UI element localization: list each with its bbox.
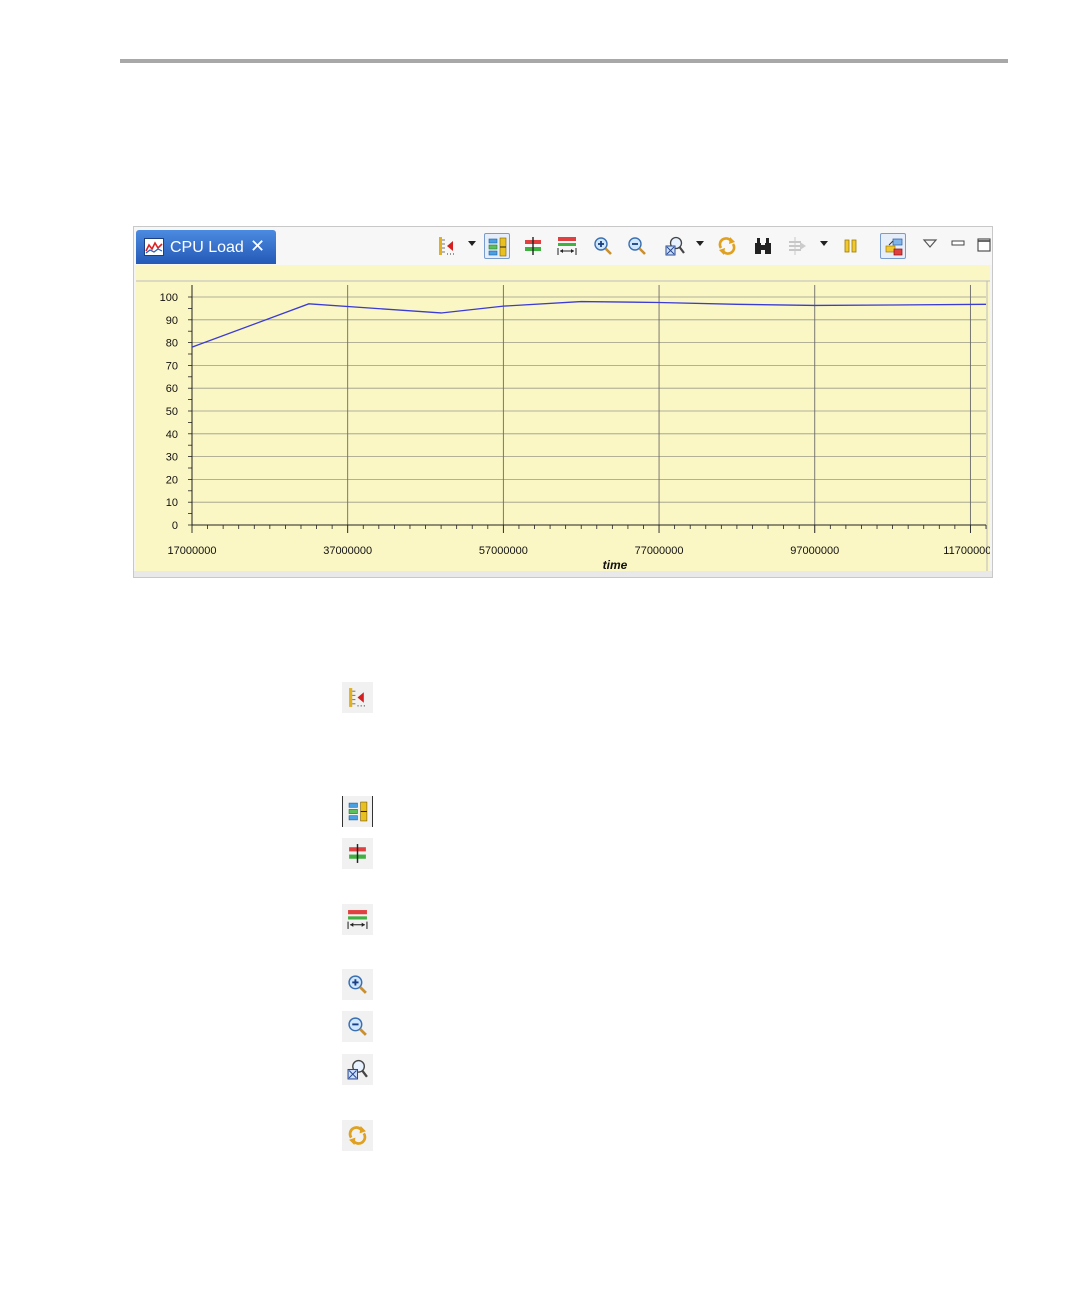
zoom-in-icon [594, 237, 612, 255]
icon-list-item [342, 1011, 373, 1042]
minimize-button[interactable] [946, 233, 972, 259]
y-tick-label: 10 [166, 497, 178, 509]
chevron-down-icon[interactable] [468, 241, 476, 246]
tab-label: CPU Load [170, 239, 244, 256]
icon-list-item [342, 682, 373, 713]
x-axis-title: time [603, 558, 628, 571]
view-menu-button[interactable] [918, 233, 944, 259]
binoculars-icon [755, 238, 771, 254]
icon-list-item [342, 796, 373, 827]
x-tick-label: 117000000 [943, 545, 990, 557]
y-tick-label: 40 [166, 429, 178, 441]
y-tick-label: 60 [166, 383, 178, 395]
tab-cpu-load[interactable]: CPU Load ✕ [136, 230, 276, 264]
y-tick-label: 100 [160, 292, 178, 304]
chart-svg: 100908070605040302010017000000 37000000 57… [136, 280, 990, 571]
align-measurement-marker-icon [439, 237, 456, 255]
view-bottom-strip [134, 571, 992, 577]
group-by-button[interactable] [484, 233, 510, 259]
refresh-icon [718, 237, 736, 255]
maximize-button[interactable] [972, 233, 998, 259]
pause-button[interactable] [838, 233, 864, 259]
page-header-rule [120, 59, 1008, 63]
zoom-in-button[interactable] [590, 233, 616, 259]
x-tick-label: 37000000 [323, 545, 372, 557]
y-tick-label: 80 [166, 338, 178, 350]
y-tick-label: 70 [166, 360, 178, 372]
align-measurement-marker-button[interactable] [434, 233, 460, 259]
chart-icon [144, 238, 164, 256]
y-tick-label: 90 [166, 315, 178, 327]
link-view-icon [885, 238, 903, 256]
y-tick-label: 30 [166, 452, 178, 464]
close-icon[interactable]: ✕ [250, 236, 265, 257]
pause-icon [844, 239, 857, 253]
chevron-down-icon[interactable] [820, 241, 828, 246]
cpu-load-view: CPU Load ✕ 100 90 80 70 60 50 40 30 20 1… [133, 226, 993, 578]
measurement-marker-button[interactable] [520, 233, 546, 259]
icon-list-item [342, 969, 373, 1000]
link-view-button[interactable] [880, 233, 906, 259]
zoom-fit-icon [665, 236, 685, 256]
x-tick-label: 17000000 [168, 545, 217, 557]
y-tick-label: 20 [166, 474, 178, 486]
cpu-load-series-line [191, 300, 987, 348]
align-measurement-marker-icon [349, 688, 367, 707]
horizontal-range-icon [557, 237, 577, 255]
icon-list-item [342, 1054, 373, 1085]
cpu-load-chart: 100 90 80 70 60 50 40 30 20 10 0 17000000 37000000 57… [136, 265, 990, 571]
icon-list-item [342, 838, 373, 869]
zoom-fit-icon [347, 1059, 368, 1080]
view-header: CPU Load ✕ [134, 227, 992, 265]
x-tick-label: 97000000 [790, 545, 839, 557]
maximize-icon [977, 238, 991, 252]
y-tick-label: 50 [166, 406, 178, 418]
zoom-out-icon [348, 1017, 367, 1036]
measurement-marker-icon [525, 237, 541, 255]
zoom-in-icon [348, 975, 367, 994]
minimize-icon [951, 240, 965, 246]
zoom-fit-button[interactable] [662, 233, 688, 259]
zoom-out-icon [628, 237, 646, 255]
y-tick-label: 0 [172, 520, 178, 532]
measurement-marker-icon [349, 844, 366, 863]
icon-list-item [342, 904, 373, 935]
refresh-icon [348, 1126, 367, 1145]
filter-icon [789, 237, 806, 255]
zoom-out-button[interactable] [624, 233, 650, 259]
refresh-button[interactable] [714, 233, 740, 259]
horizontal-range-button[interactable] [554, 233, 580, 259]
horizontal-range-icon [347, 910, 368, 929]
icon-list-item [342, 1120, 373, 1151]
x-tick-label: 77000000 [635, 545, 684, 557]
group-by-icon [488, 237, 507, 257]
x-tick-label: 57000000 [479, 545, 528, 557]
group-by-icon [348, 801, 368, 822]
chevron-down-icon[interactable] [696, 241, 704, 246]
filter-button[interactable] [784, 233, 810, 259]
view-toolbar [434, 231, 994, 261]
view-menu-icon [922, 239, 938, 248]
find-button[interactable] [750, 233, 776, 259]
